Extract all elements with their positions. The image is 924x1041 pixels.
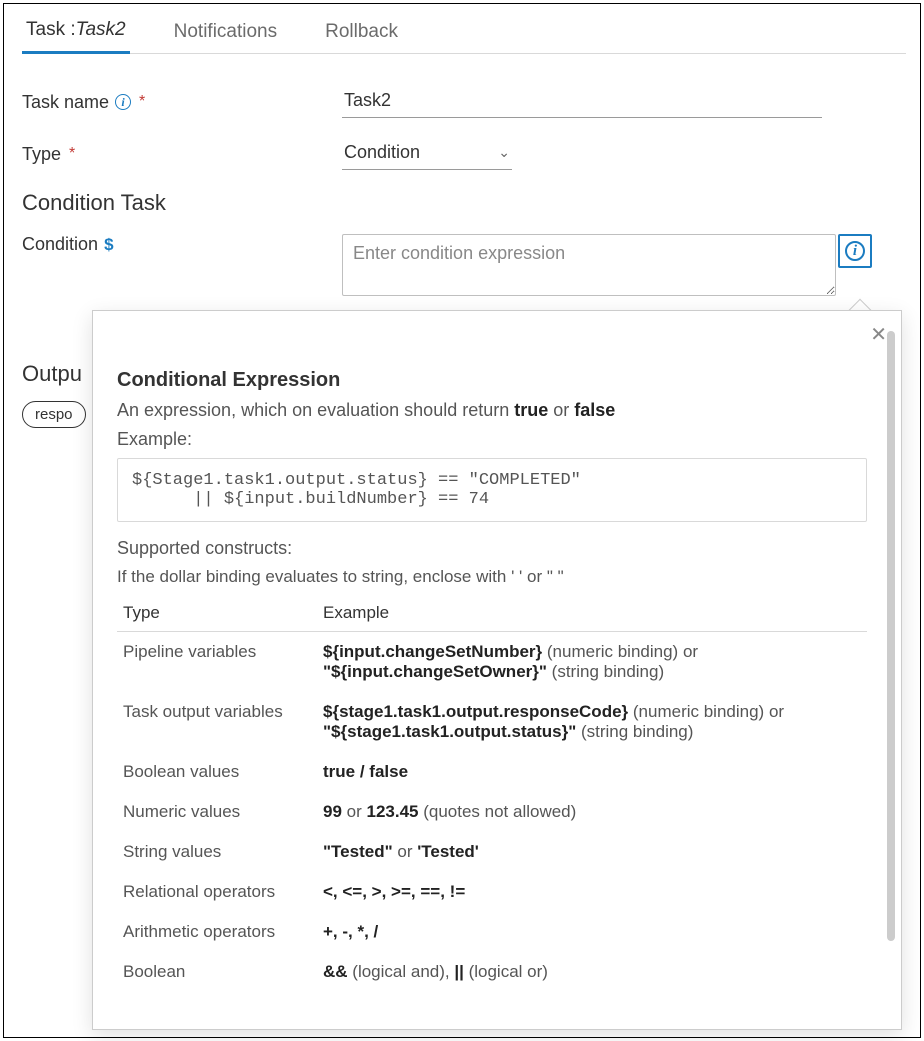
construct-type: Pipeline variables [117, 632, 317, 693]
condition-help-popover: ✕ Conditional Expression An expression, … [92, 310, 902, 1030]
required-mark: * [139, 93, 145, 111]
tab-task[interactable]: Task :Task2 [22, 19, 130, 54]
construct-example: ${input.changeSetNumber} (numeric bindin… [317, 632, 867, 693]
condition-label: Condition $ [22, 234, 342, 255]
tab-task-name: Task2 [76, 19, 126, 40]
table-row: Arithmetic operators+, -, *, / [117, 912, 867, 952]
taskname-label: Task name i * [22, 92, 342, 113]
construct-example: && (logical and), || (logical or) [317, 952, 867, 992]
table-row: Task output variables${stage1.task1.outp… [117, 692, 867, 752]
table-row: Pipeline variables${input.changeSetNumbe… [117, 632, 867, 693]
table-row: String values"Tested" or 'Tested' [117, 832, 867, 872]
popover-description: An expression, which on evaluation shoul… [117, 400, 867, 421]
info-icon[interactable]: i [115, 94, 131, 110]
construct-example: +, -, *, / [317, 912, 867, 952]
dollar-icon[interactable]: $ [104, 235, 113, 255]
type-label: Type * [22, 144, 342, 165]
constructs-table: Type Example Pipeline variables${input.c… [117, 595, 867, 992]
th-example: Example [317, 595, 867, 632]
th-type: Type [117, 595, 317, 632]
construct-type: Boolean [117, 952, 317, 992]
supported-label: Supported constructs: [117, 538, 867, 559]
tab-bar: Task :Task2 Notifications Rollback [22, 14, 906, 54]
required-mark: * [69, 145, 75, 163]
construct-type: Arithmetic operators [117, 912, 317, 952]
condition-input[interactable] [342, 234, 836, 296]
example-label: Example: [117, 429, 867, 450]
construct-example: "Tested" or 'Tested' [317, 832, 867, 872]
construct-type: Relational operators [117, 872, 317, 912]
chevron-down-icon: ⌄ [498, 144, 510, 161]
type-value: Condition [344, 142, 420, 163]
condition-info-button[interactable]: i [838, 234, 872, 268]
construct-type: Numeric values [117, 792, 317, 832]
construct-example: ${stage1.task1.output.responseCode} (num… [317, 692, 867, 752]
table-row: Relational operators<, <=, >, >=, ==, != [117, 872, 867, 912]
table-row: Boolean valuestrue / false [117, 752, 867, 792]
construct-example: <, <=, >, >=, ==, != [317, 872, 867, 912]
construct-type: Boolean values [117, 752, 317, 792]
construct-example: true / false [317, 752, 867, 792]
tab-notifications[interactable]: Notifications [170, 21, 282, 53]
table-row: Numeric values99 or 123.45 (quotes not a… [117, 792, 867, 832]
construct-example: 99 or 123.45 (quotes not allowed) [317, 792, 867, 832]
type-select[interactable]: Condition ⌄ [342, 138, 512, 170]
output-chip[interactable]: respo [22, 401, 86, 428]
enclose-note: If the dollar binding evaluates to strin… [117, 567, 867, 587]
tab-rollback[interactable]: Rollback [321, 21, 402, 53]
section-title: Condition Task [22, 190, 906, 216]
example-code: ${Stage1.task1.output.status} == "COMPLE… [117, 458, 867, 522]
popover-title: Conditional Expression [117, 369, 867, 392]
info-icon: i [845, 241, 865, 261]
scrollbar[interactable] [887, 331, 895, 941]
construct-type: Task output variables [117, 692, 317, 752]
close-icon[interactable]: ✕ [870, 325, 887, 345]
tab-task-prefix: Task : [26, 19, 76, 40]
taskname-input[interactable] [342, 86, 822, 118]
construct-type: String values [117, 832, 317, 872]
table-row: Boolean&& (logical and), || (logical or) [117, 952, 867, 992]
